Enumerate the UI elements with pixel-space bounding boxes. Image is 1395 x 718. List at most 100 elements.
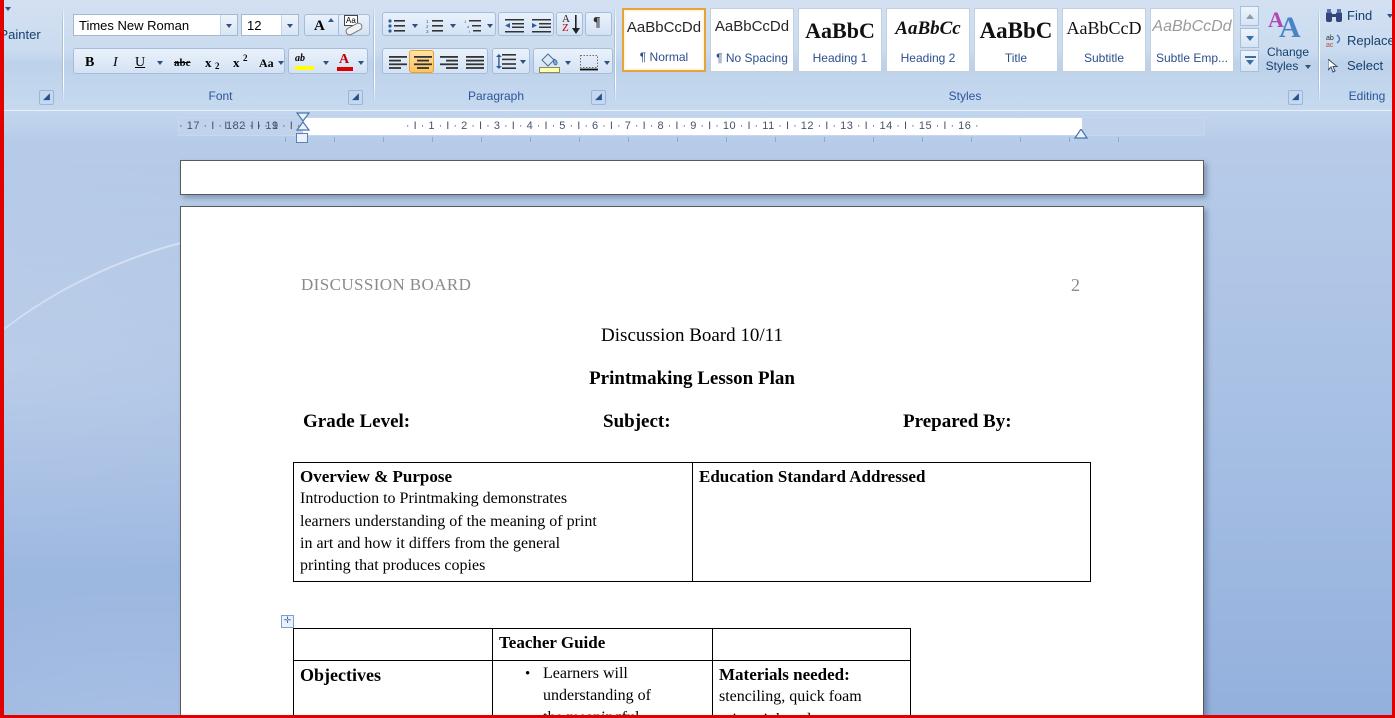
horizontal-ruler[interactable]: I · 2 · I · 1 · I · · I · 1 · I · 2 · I … [178,117,1205,136]
style-thumb-subtitle[interactable]: AaBbCcD Subtitle [1062,8,1146,72]
education-standard-cell[interactable]: Education Standard Addressed [693,463,1090,490]
decrease-indent-button[interactable] [500,14,527,35]
clipboard-dialog-launcher[interactable]: ◢ [39,90,54,105]
select-label: Select [1347,58,1384,73]
svg-text:A: A [1279,11,1301,41]
bold-label: B [85,55,95,70]
ruler-right-margin-area [1082,118,1204,135]
sort-button[interactable]: A Z [556,12,583,36]
superscript-button[interactable]: x 2 [226,51,254,72]
bullets-button[interactable] [384,14,408,35]
font-dialog-launcher[interactable]: ◢ [348,90,363,105]
subscript-label: x [205,55,212,70]
justify-button[interactable] [461,50,486,73]
borders-dropdown-button[interactable] [600,50,613,73]
table-move-handle[interactable]: ✛ [281,615,294,628]
styles-dialog-launcher[interactable]: ◢ [1288,90,1303,105]
numbering-button[interactable]: 1 2 3 [422,14,446,35]
ruler-right-ticks: · 17 · I · 18 · I · 19 [179,120,279,132]
font-size-combo[interactable]: 12 [241,14,299,36]
objectives-header-cell-2[interactable]: Teacher Guide [493,629,712,660]
teacher-guide-cell[interactable]: • Learners will understanding of the meani… [493,661,712,718]
objectives-header-cell-1[interactable] [294,629,492,660]
style-preview: AaBbCc [895,18,961,39]
left-indent-marker[interactable] [296,133,308,143]
align-left-button[interactable] [384,50,409,73]
bold-button[interactable]: B [76,51,101,72]
clipboard-paste-arrow[interactable] [2,2,12,16]
bullet-icon: • [525,666,531,682]
bullets-dropdown-button[interactable] [408,14,421,35]
font-size-dropdown-icon[interactable] [281,15,298,35]
change-styles-button[interactable]: A A Change Styles [1262,4,1314,80]
styles-scroll-up-button[interactable] [1240,6,1259,26]
binoculars-icon [1326,9,1342,22]
underline-label: U [135,55,146,70]
style-thumb-heading-1[interactable]: AaBbC Heading 1 [798,8,882,72]
objectives-cell-label[interactable]: Objectives [294,661,492,690]
pilcrow-icon: ¶ [593,15,601,30]
grow-font-button[interactable]: A [305,15,338,35]
borders-button[interactable] [576,50,600,73]
justify-icon [466,56,484,69]
replace-icon: ab ac [1326,34,1341,48]
font-color-button[interactable]: A [333,51,355,72]
align-right-button[interactable] [435,50,460,73]
style-name: ¶ No Spacing [716,51,788,65]
decrease-indent-icon [505,19,524,33]
document-page[interactable]: DISCUSSION BOARD 2 Discussion Board 10/1… [180,206,1204,718]
right-indent-marker[interactable] [1074,129,1088,139]
change-case-button[interactable]: Aa [255,51,285,72]
styles-more-button[interactable] [1240,50,1259,72]
objectives-table[interactable]: Teacher Guide Objectives • Learners will… [293,628,911,718]
style-thumb-heading-2[interactable]: AaBbCc Heading 2 [886,8,970,72]
numbering-dropdown-button[interactable] [446,14,459,35]
cursor-arrow-icon [1328,59,1339,73]
paragraph-dialog-launcher[interactable]: ◢ [591,90,606,105]
font-name-dropdown-icon[interactable] [220,15,237,35]
style-thumb-subtle-emp[interactable]: AaBbCcDd Subtle Emp... [1150,8,1234,72]
select-button[interactable]: Select [1324,54,1395,76]
highlight-dropdown-button[interactable] [319,51,331,72]
style-thumb-no-spacing[interactable]: AaBbCcDd ¶ No Spacing [710,8,794,72]
find-button[interactable]: Find [1324,4,1395,26]
replace-button[interactable]: ab ac Replace [1324,29,1395,51]
align-center-button[interactable] [409,50,434,73]
overview-purpose-body: Introduction to Printmaking demonstrates… [300,488,686,576]
multilevel-list-button[interactable]: 1 a i [460,14,484,35]
style-name: Subtitle [1083,51,1125,65]
teacher-guide-line: understanding of [543,687,651,705]
multilevel-dropdown-button[interactable] [483,14,496,35]
style-name: Subtle Emp... [1155,51,1229,65]
font-name-combo[interactable]: Times New Roman [73,14,238,36]
underline-button[interactable]: U [128,51,166,72]
clipboard-group-body: at Painter [0,2,62,86]
borders-icon [580,55,598,71]
indent-buttons-group [498,12,554,36]
italic-button[interactable]: I [102,51,127,72]
overview-table[interactable]: Overview & Purpose Introduction to Print… [293,462,1091,582]
increase-indent-button[interactable] [527,14,554,35]
style-preview: AaBbCcDd [1152,18,1232,35]
text-highlight-color-button[interactable]: ab [291,51,319,72]
format-painter-button[interactable]: at Painter [0,24,56,44]
style-thumb-normal[interactable]: AaBbCcDd ¶ Normal [622,8,706,72]
shading-dropdown-button[interactable] [561,50,574,73]
overview-purpose-cell[interactable]: Overview & Purpose Introduction to Print… [294,463,692,579]
objectives-header-cell-3[interactable] [713,629,910,660]
font-color-buttons-group: ab A [288,48,368,74]
show-formatting-marks-button[interactable]: ¶ [585,12,612,36]
strikethrough-button[interactable]: abc [169,51,197,72]
styles-scroll-down-button[interactable] [1240,28,1259,48]
font-color-dropdown-button[interactable] [354,51,366,72]
align-right-icon [440,56,458,69]
subscript-button[interactable]: x 2 [198,51,226,72]
line-spacing-button[interactable] [492,48,530,74]
document-header-text: DISCUSSION BOARD [301,275,472,294]
style-thumb-title[interactable]: AaBbC Title [974,8,1058,72]
materials-cell[interactable]: Materials needed: stenciling, quick foam… [713,661,910,718]
clear-formatting-button[interactable]: Aa [338,14,370,37]
italic-label: I [113,55,118,70]
shading-button[interactable] [535,50,561,73]
paragraph-list-buttons-group: 1 2 3 1 a i [382,12,496,36]
